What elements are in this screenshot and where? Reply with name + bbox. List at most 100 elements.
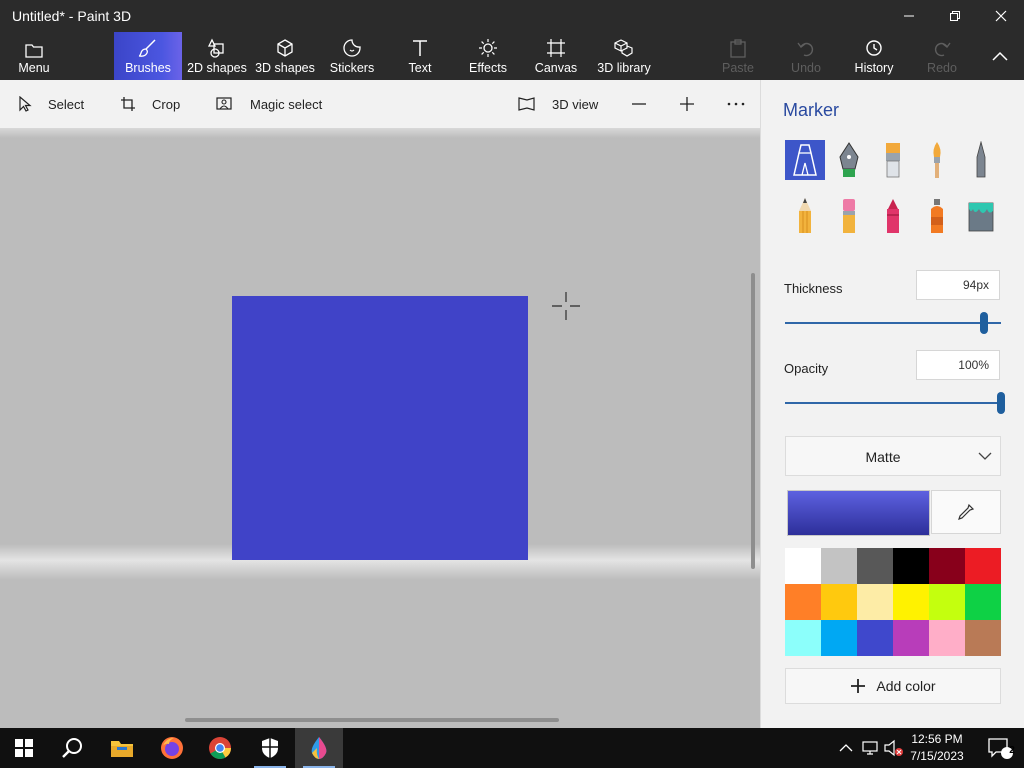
undo-label: Undo: [791, 61, 821, 75]
zoom-out-button[interactable]: [630, 80, 648, 128]
tab-canvas[interactable]: Canvas: [530, 32, 582, 80]
thickness-input[interactable]: 94 px: [916, 270, 1000, 300]
eyedropper-button[interactable]: [931, 490, 1001, 534]
thickness-slider-thumb[interactable]: [979, 312, 988, 334]
horizontal-scrollbar[interactable]: [185, 718, 559, 722]
tab-effects[interactable]: Effects: [462, 32, 514, 80]
watercolor-brush-button[interactable]: [917, 140, 957, 180]
thickness-slider-track[interactable]: [785, 322, 1001, 324]
color-swatch[interactable]: [929, 548, 965, 584]
undo-button[interactable]: Undo: [784, 32, 828, 80]
text-icon: [413, 40, 427, 56]
chevron-up-icon: [839, 744, 853, 752]
color-swatch[interactable]: [821, 548, 857, 584]
2d-shapes-icon: [207, 38, 224, 58]
magic-select-icon: [216, 97, 232, 110]
color-swatch[interactable]: [857, 584, 893, 620]
color-swatch[interactable]: [893, 548, 929, 584]
menu-button[interactable]: Menu: [0, 32, 68, 80]
marker-brush-button[interactable]: [785, 140, 825, 180]
search-button[interactable]: [48, 728, 96, 768]
spray-can-button[interactable]: [917, 196, 957, 236]
select-button[interactable]: Select: [18, 80, 84, 128]
tab-brushes[interactable]: Brushes: [114, 32, 182, 80]
3d-view-button[interactable]: 3D view: [518, 80, 598, 128]
color-swatch[interactable]: [893, 620, 929, 656]
color-swatch[interactable]: [821, 620, 857, 656]
watercolor-brush-icon: [933, 142, 941, 178]
color-swatch[interactable]: [785, 584, 821, 620]
tab-3d-library[interactable]: 3D library: [594, 32, 654, 80]
pixel-pen-button[interactable]: [961, 140, 1001, 180]
paste-button[interactable]: Paste: [716, 32, 760, 80]
zoom-in-button[interactable]: [678, 80, 696, 128]
current-color-swatch[interactable]: [787, 490, 930, 536]
color-swatch[interactable]: [857, 548, 893, 584]
history-button[interactable]: History: [848, 32, 900, 80]
close-button[interactable]: [978, 0, 1024, 32]
calligraphy-pen-button[interactable]: [829, 140, 869, 180]
tab-label: Stickers: [329, 61, 375, 75]
oil-brush-button[interactable]: [873, 140, 913, 180]
restore-button[interactable]: [932, 0, 978, 32]
tab-stickers[interactable]: Stickers: [322, 32, 382, 80]
collapse-ribbon-button[interactable]: [980, 32, 1020, 80]
vertical-scrollbar[interactable]: [751, 273, 755, 569]
redo-button[interactable]: Redo: [920, 32, 964, 80]
pencil-button[interactable]: [785, 196, 825, 236]
paste-label: Paste: [722, 61, 754, 75]
canvas-icon: [547, 39, 565, 57]
color-swatch[interactable]: [785, 620, 821, 656]
start-button[interactable]: [0, 728, 48, 768]
opacity-slider-thumb[interactable]: [997, 392, 1005, 414]
minimize-button[interactable]: [886, 0, 932, 32]
opacity-slider-track[interactable]: [785, 402, 1001, 404]
thickness-label: Thickness: [784, 281, 843, 296]
tab-label: 2D shapes: [187, 61, 247, 75]
pointer-icon: [19, 96, 32, 112]
color-swatch[interactable]: [821, 584, 857, 620]
drawing-canvas[interactable]: [232, 296, 528, 560]
crosshair-cursor-icon: [552, 292, 580, 320]
crop-label: Crop: [152, 96, 181, 112]
panel-title: Marker: [783, 100, 840, 120]
crayon-button[interactable]: [873, 196, 913, 236]
color-swatch[interactable]: [965, 548, 1001, 584]
more-options-button[interactable]: [726, 80, 746, 128]
windows-security-button[interactable]: [246, 728, 294, 768]
network-status-button[interactable]: [859, 728, 883, 768]
color-swatch[interactable]: [929, 620, 965, 656]
color-swatch[interactable]: [965, 620, 1001, 656]
tab-3d-shapes[interactable]: 3D shapes: [252, 32, 318, 80]
crop-button[interactable]: Crop: [120, 80, 180, 128]
tab-text[interactable]: Text: [394, 32, 446, 80]
fill-button[interactable]: [961, 196, 1001, 236]
magic-select-button[interactable]: Magic select: [216, 80, 322, 128]
restore-icon: [950, 11, 960, 21]
firefox-icon: [161, 737, 183, 759]
effects-icon: [479, 39, 497, 57]
add-color-button[interactable]: Add color: [785, 668, 1001, 704]
show-hidden-icons-button[interactable]: [834, 728, 858, 768]
color-swatch[interactable]: [965, 584, 1001, 620]
clock[interactable]: 12:56 PM 7/15/2023: [902, 731, 972, 765]
plus-icon: [851, 679, 866, 693]
color-swatch[interactable]: [857, 620, 893, 656]
color-swatch[interactable]: [893, 584, 929, 620]
chrome-button[interactable]: [196, 728, 244, 768]
notifications-button[interactable]: 2: [976, 728, 1024, 768]
material-dropdown[interactable]: Matte: [785, 436, 1001, 476]
color-swatch[interactable]: [785, 548, 821, 584]
opacity-input[interactable]: 100%: [916, 350, 1000, 380]
network-icon: [862, 741, 878, 755]
paint-3d-button[interactable]: [295, 728, 343, 768]
plus-icon: [680, 97, 694, 111]
tab-2d-shapes[interactable]: 2D shapes: [184, 32, 250, 80]
file-explorer-button[interactable]: [98, 728, 146, 768]
color-swatch[interactable]: [929, 584, 965, 620]
search-icon: [62, 738, 82, 758]
firefox-button[interactable]: [148, 728, 196, 768]
eraser-button[interactable]: [829, 196, 869, 236]
opacity-label: Opacity: [784, 361, 829, 376]
workspace[interactable]: [0, 128, 760, 728]
